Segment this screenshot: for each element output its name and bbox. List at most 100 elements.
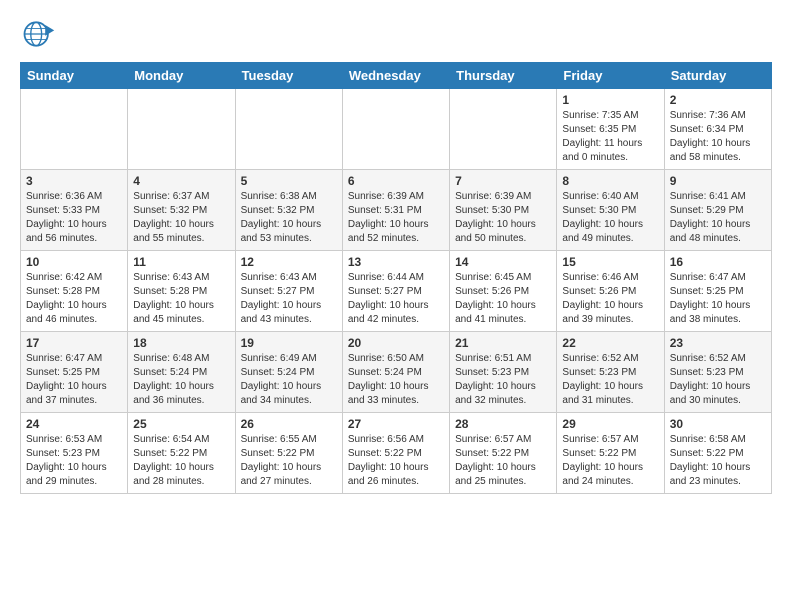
day-info: Sunrise: 6:44 AM Sunset: 5:27 PM Dayligh…	[348, 271, 444, 327]
calendar-week-row: 3 Sunrise: 6:36 AM Sunset: 5:33 PM Daylig…	[21, 170, 772, 251]
day-number: 1	[562, 93, 658, 107]
calendar-cell: 11 Sunrise: 6:43 AM Sunset: 5:28 PM Dayli…	[128, 251, 235, 332]
day-info: Sunrise: 6:57 AM Sunset: 5:22 PM Dayligh…	[455, 433, 551, 489]
calendar-cell: 2 Sunrise: 7:36 AM Sunset: 6:34 PM Daylig…	[664, 89, 771, 170]
calendar-cell: 29 Sunrise: 6:57 AM Sunset: 5:22 PM Dayli…	[557, 413, 664, 494]
day-info: Sunrise: 7:35 AM Sunset: 6:35 PM Dayligh…	[562, 109, 658, 165]
calendar-cell: 12 Sunrise: 6:43 AM Sunset: 5:27 PM Dayli…	[235, 251, 342, 332]
calendar-cell	[450, 89, 557, 170]
calendar-cell	[342, 89, 449, 170]
day-info: Sunrise: 6:45 AM Sunset: 5:26 PM Dayligh…	[455, 271, 551, 327]
weekday-header: Wednesday	[342, 63, 449, 89]
day-number: 2	[670, 93, 766, 107]
day-info: Sunrise: 6:49 AM Sunset: 5:24 PM Dayligh…	[241, 352, 337, 408]
day-info: Sunrise: 6:43 AM Sunset: 5:27 PM Dayligh…	[241, 271, 337, 327]
calendar-cell: 16 Sunrise: 6:47 AM Sunset: 5:25 PM Dayli…	[664, 251, 771, 332]
calendar-cell: 22Sunrise: 6:52 AM Sunset: 5:23 PM Dayli…	[557, 332, 664, 413]
day-number: 19	[241, 336, 337, 350]
calendar-cell: 28 Sunrise: 6:57 AM Sunset: 5:22 PM Dayli…	[450, 413, 557, 494]
day-info: Sunrise: 6:50 AM Sunset: 5:24 PM Dayligh…	[348, 352, 444, 408]
day-number: 10	[26, 255, 122, 269]
day-info: Sunrise: 6:47 AM Sunset: 5:25 PM Dayligh…	[26, 352, 122, 408]
day-info: Sunrise: 6:54 AM Sunset: 5:22 PM Dayligh…	[133, 433, 229, 489]
weekday-header: Sunday	[21, 63, 128, 89]
weekday-header: Tuesday	[235, 63, 342, 89]
day-number: 7	[455, 174, 551, 188]
weekday-header: Saturday	[664, 63, 771, 89]
calendar: SundayMondayTuesdayWednesdayThursdayFrid…	[20, 62, 772, 494]
day-number: 14	[455, 255, 551, 269]
calendar-week-row: 1 Sunrise: 7:35 AM Sunset: 6:35 PM Daylig…	[21, 89, 772, 170]
day-info: Sunrise: 6:36 AM Sunset: 5:33 PM Dayligh…	[26, 190, 122, 246]
calendar-cell: 20 Sunrise: 6:50 AM Sunset: 5:24 PM Dayli…	[342, 332, 449, 413]
weekday-header: Thursday	[450, 63, 557, 89]
day-number: 13	[348, 255, 444, 269]
calendar-cell: 26 Sunrise: 6:55 AM Sunset: 5:22 PM Dayli…	[235, 413, 342, 494]
calendar-cell: 21Sunrise: 6:51 AM Sunset: 5:23 PM Dayli…	[450, 332, 557, 413]
day-number: 25	[133, 417, 229, 431]
calendar-cell	[235, 89, 342, 170]
calendar-cell: 18 Sunrise: 6:48 AM Sunset: 5:24 PM Dayli…	[128, 332, 235, 413]
day-info: Sunrise: 6:47 AM Sunset: 5:25 PM Dayligh…	[670, 271, 766, 327]
calendar-cell: 27 Sunrise: 6:56 AM Sunset: 5:22 PM Dayli…	[342, 413, 449, 494]
calendar-cell: 24 Sunrise: 6:53 AM Sunset: 5:23 PM Dayli…	[21, 413, 128, 494]
day-info: Sunrise: 6:58 AM Sunset: 5:22 PM Dayligh…	[670, 433, 766, 489]
day-number: 15	[562, 255, 658, 269]
logo	[20, 16, 62, 52]
day-info: Sunrise: 6:48 AM Sunset: 5:24 PM Dayligh…	[133, 352, 229, 408]
day-info: Sunrise: 6:39 AM Sunset: 5:31 PM Dayligh…	[348, 190, 444, 246]
day-info: Sunrise: 6:52 AM Sunset: 5:23 PM Dayligh…	[670, 352, 766, 408]
day-info: Sunrise: 6:38 AM Sunset: 5:32 PM Dayligh…	[241, 190, 337, 246]
day-number: 27	[348, 417, 444, 431]
day-number: 5	[241, 174, 337, 188]
day-info: Sunrise: 6:57 AM Sunset: 5:22 PM Dayligh…	[562, 433, 658, 489]
calendar-week-row: 10 Sunrise: 6:42 AM Sunset: 5:28 PM Dayli…	[21, 251, 772, 332]
day-number: 30	[670, 417, 766, 431]
calendar-cell: 17Sunrise: 6:47 AM Sunset: 5:25 PM Dayli…	[21, 332, 128, 413]
day-number: 16	[670, 255, 766, 269]
weekday-header: Friday	[557, 63, 664, 89]
calendar-cell: 14 Sunrise: 6:45 AM Sunset: 5:26 PM Dayli…	[450, 251, 557, 332]
weekday-header-row: SundayMondayTuesdayWednesdayThursdayFrid…	[21, 63, 772, 89]
day-number: 23	[670, 336, 766, 350]
day-number: 12	[241, 255, 337, 269]
day-number: 18	[133, 336, 229, 350]
calendar-cell: 30 Sunrise: 6:58 AM Sunset: 5:22 PM Dayli…	[664, 413, 771, 494]
day-number: 9	[670, 174, 766, 188]
day-info: Sunrise: 6:52 AM Sunset: 5:23 PM Dayligh…	[562, 352, 658, 408]
logo-icon	[20, 16, 56, 52]
calendar-week-row: 24 Sunrise: 6:53 AM Sunset: 5:23 PM Dayli…	[21, 413, 772, 494]
calendar-cell: 9 Sunrise: 6:41 AM Sunset: 5:29 PM Daylig…	[664, 170, 771, 251]
calendar-cell: 7 Sunrise: 6:39 AM Sunset: 5:30 PM Daylig…	[450, 170, 557, 251]
day-info: Sunrise: 6:42 AM Sunset: 5:28 PM Dayligh…	[26, 271, 122, 327]
day-number: 11	[133, 255, 229, 269]
calendar-cell: 4 Sunrise: 6:37 AM Sunset: 5:32 PM Daylig…	[128, 170, 235, 251]
calendar-cell: 3 Sunrise: 6:36 AM Sunset: 5:33 PM Daylig…	[21, 170, 128, 251]
calendar-cell	[21, 89, 128, 170]
calendar-cell: 5 Sunrise: 6:38 AM Sunset: 5:32 PM Daylig…	[235, 170, 342, 251]
day-info: Sunrise: 7:36 AM Sunset: 6:34 PM Dayligh…	[670, 109, 766, 165]
calendar-cell: 25 Sunrise: 6:54 AM Sunset: 5:22 PM Dayli…	[128, 413, 235, 494]
day-info: Sunrise: 6:55 AM Sunset: 5:22 PM Dayligh…	[241, 433, 337, 489]
day-info: Sunrise: 6:40 AM Sunset: 5:30 PM Dayligh…	[562, 190, 658, 246]
day-info: Sunrise: 6:37 AM Sunset: 5:32 PM Dayligh…	[133, 190, 229, 246]
day-info: Sunrise: 6:53 AM Sunset: 5:23 PM Dayligh…	[26, 433, 122, 489]
day-number: 6	[348, 174, 444, 188]
calendar-cell: 6 Sunrise: 6:39 AM Sunset: 5:31 PM Daylig…	[342, 170, 449, 251]
day-info: Sunrise: 6:39 AM Sunset: 5:30 PM Dayligh…	[455, 190, 551, 246]
day-info: Sunrise: 6:41 AM Sunset: 5:29 PM Dayligh…	[670, 190, 766, 246]
day-number: 20	[348, 336, 444, 350]
day-number: 3	[26, 174, 122, 188]
day-number: 21	[455, 336, 551, 350]
day-number: 26	[241, 417, 337, 431]
calendar-cell: 13 Sunrise: 6:44 AM Sunset: 5:27 PM Dayli…	[342, 251, 449, 332]
day-info: Sunrise: 6:56 AM Sunset: 5:22 PM Dayligh…	[348, 433, 444, 489]
calendar-cell: 15 Sunrise: 6:46 AM Sunset: 5:26 PM Dayli…	[557, 251, 664, 332]
day-number: 28	[455, 417, 551, 431]
day-number: 4	[133, 174, 229, 188]
day-info: Sunrise: 6:46 AM Sunset: 5:26 PM Dayligh…	[562, 271, 658, 327]
day-info: Sunrise: 6:43 AM Sunset: 5:28 PM Dayligh…	[133, 271, 229, 327]
day-number: 24	[26, 417, 122, 431]
day-number: 29	[562, 417, 658, 431]
calendar-cell: 1 Sunrise: 7:35 AM Sunset: 6:35 PM Daylig…	[557, 89, 664, 170]
